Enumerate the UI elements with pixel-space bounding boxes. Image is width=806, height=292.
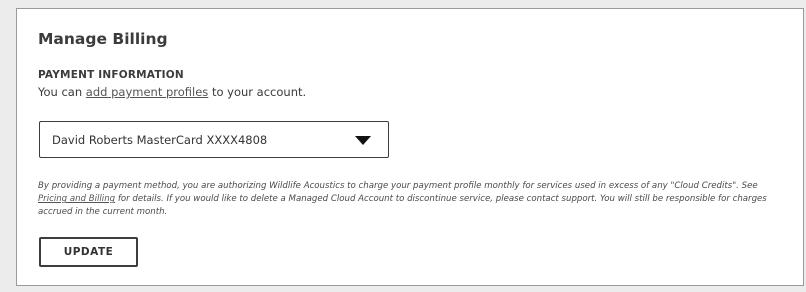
payment-info-text: You can add payment profiles to your acc… [38, 85, 306, 99]
page-title: Manage Billing [38, 30, 168, 48]
disclaimer-text-2: for details. If you would like to delete… [38, 194, 767, 217]
update-button[interactable]: UPDATE [39, 237, 138, 267]
info-suffix: to your account. [208, 85, 307, 99]
add-payment-profiles-link[interactable]: add payment profiles [86, 85, 209, 99]
selected-payment-profile: David Roberts MasterCard XXXX4808 [52, 133, 268, 147]
caret-down-icon [355, 136, 371, 145]
info-prefix: You can [38, 85, 86, 99]
payment-profile-select[interactable]: David Roberts MasterCard XXXX4808 [39, 121, 389, 158]
manage-billing-panel: Manage Billing PAYMENT INFORMATION You c… [16, 8, 804, 286]
payment-information-heading: PAYMENT INFORMATION [38, 69, 184, 81]
disclaimer-text-1: By providing a payment method, you are a… [38, 181, 758, 191]
pricing-and-billing-link[interactable]: Pricing and Billing [38, 194, 115, 204]
billing-disclaimer: By providing a payment method, you are a… [38, 180, 788, 219]
